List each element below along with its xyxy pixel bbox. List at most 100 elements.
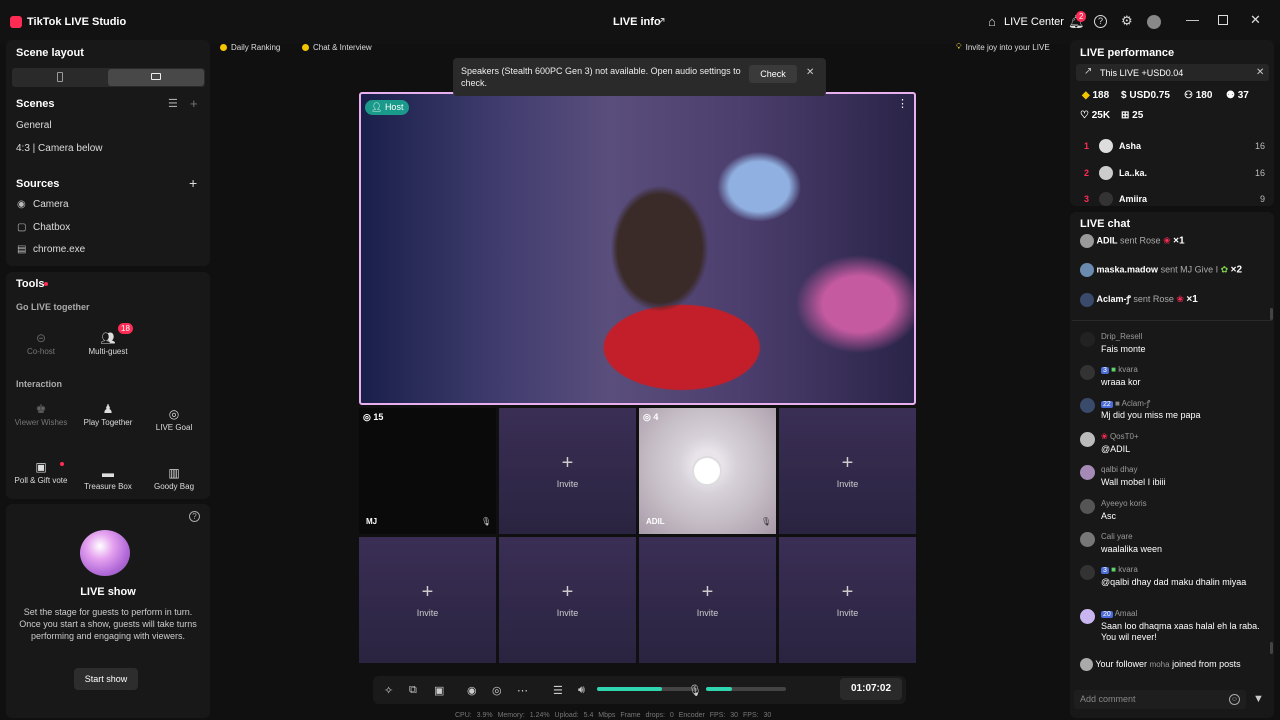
invite-slot[interactable]: + Invite	[779, 408, 916, 534]
invite-joy-label: Invite joy into your LIVE	[965, 42, 1050, 52]
avatar[interactable]	[1147, 15, 1161, 29]
multiguest-button[interactable]: 👥︎ Multi-guest	[77, 332, 139, 356]
check-button[interactable]: Check	[749, 65, 797, 83]
rank-name: La..ka.	[1119, 168, 1148, 178]
stat-value: 188	[1092, 90, 1110, 101]
chat-interview-label: Chat & Interview	[313, 42, 372, 52]
ranking-row[interactable]: 3 Amiira 9	[1080, 192, 1265, 206]
follower-prefix: Your follower	[1095, 658, 1148, 669]
help-icon[interactable]: ?	[1094, 15, 1107, 28]
mic-volume-slider[interactable]	[706, 687, 786, 691]
gift-user: Aclam-ꝭ	[1096, 294, 1131, 304]
gift-icon: ✿	[1220, 264, 1229, 275]
speaker-icon[interactable]: 🔊︎	[578, 684, 585, 697]
level-badge: 20	[1101, 611, 1113, 618]
close-icon[interactable]: ✕	[1250, 13, 1261, 26]
chat-user: kvara	[1118, 365, 1138, 374]
chat-scrollbar[interactable]	[1270, 642, 1273, 654]
viewers-stat: ⚇ 180	[1184, 90, 1212, 101]
more-options-icon[interactable]: ⋯	[517, 684, 528, 697]
gift-user: maska.madow	[1096, 264, 1159, 275]
invite-slot[interactable]: + Invite	[779, 537, 916, 663]
maximize-icon[interactable]	[1218, 15, 1228, 25]
gift-message: ADIL sent Rose ❀ ×1	[1080, 234, 1185, 248]
chat-user: kvara	[1118, 565, 1138, 574]
host-label: Host	[384, 102, 404, 112]
gift-count: ×1	[1186, 294, 1198, 305]
invite-slot[interactable]: + Invite	[499, 537, 636, 663]
chat-text: wraaa kor	[1101, 377, 1141, 387]
invite-slot[interactable]: + Invite	[639, 537, 776, 663]
help-icon[interactable]: ?	[189, 511, 200, 522]
effects-icon[interactable]: ✧	[384, 684, 393, 697]
ranking-row[interactable]: 1 Asha 16	[1080, 139, 1265, 153]
live-goal-button[interactable]: ◎ LIVE Goal	[143, 408, 205, 432]
scene-item[interactable]: 4:3 | Camera below	[16, 143, 103, 154]
screen-icon[interactable]: ▣	[434, 684, 444, 697]
gift-scrollbar[interactable]	[1270, 308, 1273, 320]
guest-viewer-count: ◎ 4	[643, 412, 659, 422]
gift-count: ×2	[1230, 264, 1243, 276]
live-show-description: Set the stage for guests to perform in t…	[19, 607, 197, 641]
ranking-row[interactable]: 2 La..ka. 16	[1080, 166, 1265, 180]
guest-slot-adil[interactable]: ◎ 4 ADIL 🎙︎	[639, 408, 776, 534]
invite-slot[interactable]: + Invite	[499, 408, 636, 534]
play-together-button[interactable]: ♟ Play Together	[77, 403, 139, 427]
chat-user: Ayeeyo koris	[1101, 499, 1147, 508]
level-badge: 3	[1101, 367, 1109, 374]
level-badge: 3	[1101, 567, 1109, 574]
invite-joy-chip[interactable]: 💡︎ Invite joy into your LIVE	[956, 40, 1050, 54]
close-icon[interactable]: ✕	[1256, 67, 1264, 78]
toast-text: Speakers (Stealth 600PC Gen 3) not avail…	[461, 66, 741, 88]
guest-slot-mj[interactable]: ◎ 15 MJ 🎙︎	[359, 408, 496, 534]
chat-interview-chip[interactable]: Chat & Interview	[302, 40, 372, 54]
share-icon[interactable]: ↗	[656, 14, 666, 28]
comment-input[interactable]: Add comment	[1074, 690, 1246, 709]
cohost-button[interactable]: ⊝ Co-host	[10, 332, 72, 356]
daily-ranking-chip[interactable]: Daily Ranking	[220, 40, 280, 54]
chat-user-line: 3 ■ kvara	[1101, 365, 1138, 374]
scene-item[interactable]: General	[16, 120, 52, 131]
poll-gift-button[interactable]: ▣ Poll & Gift vote	[10, 461, 72, 485]
list-icon[interactable]: ☰	[168, 97, 178, 110]
close-icon[interactable]: ✕	[806, 67, 814, 78]
dollar-icon: $	[1121, 90, 1127, 101]
live-chat-title: LIVE chat	[1080, 218, 1131, 230]
microphone-icon[interactable]: 🎙︎	[688, 684, 702, 697]
gear-icon[interactable]: ⚙	[1121, 14, 1133, 27]
live-info-title[interactable]: LIVE info	[613, 16, 661, 28]
chat-user: Cali yare	[1101, 532, 1133, 541]
add-source-icon[interactable]: +	[189, 175, 197, 191]
performance-stats: CPU: 3.9% Memory: 1.24% Upload: 5.4 Mbps…	[455, 712, 772, 719]
avatar	[1099, 166, 1113, 180]
record-icon[interactable]: ◉	[467, 684, 477, 697]
start-show-button[interactable]: Start show	[74, 668, 138, 690]
speaker-volume-slider[interactable]	[597, 687, 697, 691]
invite-label: Invite	[836, 608, 859, 618]
goody-bag-button[interactable]: ▥ Goody Bag	[143, 467, 205, 491]
more-icon[interactable]: ⋮	[897, 97, 908, 110]
live-timer: 01:07:02	[840, 678, 902, 700]
invite-slot[interactable]: + Invite	[359, 537, 496, 663]
guest-viewer-count: ◎ 15	[363, 412, 384, 422]
portrait-layout-button[interactable]	[57, 72, 63, 82]
viewer-wishes-button[interactable]: ♚ Viewer Wishes	[10, 403, 72, 427]
source-item[interactable]: chrome.exe	[33, 244, 85, 255]
chat-user: Aclam-ꝭ	[1121, 399, 1151, 408]
filter-icon[interactable]: ▼	[1253, 693, 1264, 705]
camera-switch-icon[interactable]: ◎	[492, 684, 502, 697]
layers-icon[interactable]: ⧉	[409, 684, 417, 697]
new-dot	[44, 282, 48, 286]
settings-sliders-icon[interactable]: ☰	[553, 684, 563, 697]
source-item[interactable]: Camera	[33, 199, 69, 210]
emoji-icon[interactable]: ☺	[1229, 694, 1240, 705]
host-video[interactable]	[359, 92, 916, 405]
home-icon: ⌂	[988, 14, 996, 29]
add-scene-icon[interactable]: +	[190, 96, 198, 111]
source-item[interactable]: Chatbox	[33, 222, 70, 233]
minimize-icon[interactable]: —	[1186, 13, 1199, 26]
gift-icon: ⊞	[1121, 110, 1130, 121]
guest-name: MJ	[366, 517, 378, 526]
live-center-button[interactable]: LIVE Center	[1004, 16, 1064, 28]
treasure-box-button[interactable]: ▬ Treasure Box	[77, 467, 139, 491]
